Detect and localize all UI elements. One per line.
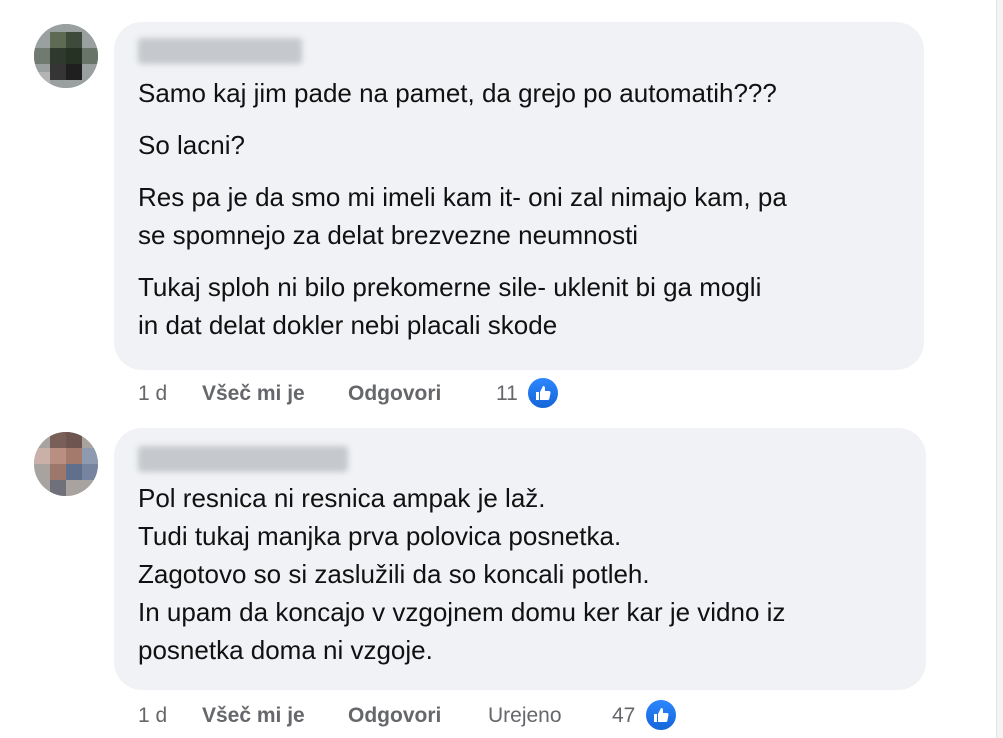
comment-timestamp[interactable]: 1 d [138,704,167,728]
comment-line: In upam da koncajo v vzgojnem domu ker k… [138,597,786,627]
avatar-pixel [82,464,98,480]
like-icon[interactable] [526,376,560,410]
avatar-pixel [66,32,82,48]
comment-line: Zagotovo so si zaslužili da so koncali p… [138,559,650,589]
comment-2: Pol resnica ni resnica ampak je laž. Tud… [0,420,1003,738]
comment-paragraph: Tukaj sploh ni bilo prekomerne sile- ukl… [138,272,762,340]
avatar[interactable] [34,432,98,496]
avatar-pixel [82,48,98,64]
comment-text: Samo kaj jim pade na pamet, da grejo po … [138,74,787,344]
comment-bubble: Samo kaj jim pade na pamet, da grejo po … [114,22,924,370]
avatar-pixel [66,448,82,464]
reply-button[interactable]: Odgovori [348,382,441,406]
reaction-count[interactable]: 11 [496,382,518,406]
comment-actions: 1 d Všeč mi je Odgovori Urejeno 47 [138,696,698,736]
avatar-pixel [50,480,66,496]
comment-text: Pol resnica ni resnica ampak je laž. Tud… [138,479,785,669]
like-icon[interactable] [644,698,678,732]
reply-button[interactable]: Odgovori [348,704,441,728]
avatar-pixel [50,448,66,464]
edited-label[interactable]: Urejeno [488,704,562,728]
comment-actions: 1 d Všeč mi je Odgovori 11 [138,374,598,414]
author-name[interactable] [138,38,302,64]
thumbs-up-glyph [536,386,551,400]
avatar[interactable] [34,24,98,88]
avatar-pixel [66,464,82,480]
comment-line: posnetka doma ni vzgoje. [138,635,433,665]
like-button[interactable]: Všeč mi je [202,382,305,406]
avatar-pixel [66,64,82,80]
comment-line: Tudi tukaj manjka prva polovica posnetka… [138,521,622,551]
avatar-pixel [66,48,82,64]
comment-paragraph: Samo kaj jim pade na pamet, da grejo po … [138,78,777,108]
comment-1: Samo kaj jim pade na pamet, da grejo po … [0,0,1003,420]
avatar-pixel [50,48,66,64]
avatar-pixel [34,448,50,464]
comment-paragraph: Res pa je da smo mi imeli kam it- oni za… [138,182,787,250]
avatar-pixel [34,48,50,64]
avatar-pixel [50,32,66,48]
avatar-pixel [50,464,66,480]
comment-bubble: Pol resnica ni resnica ampak je laž. Tud… [114,428,926,690]
avatar-pixel [34,72,50,88]
author-name[interactable] [138,446,348,472]
comment-timestamp[interactable]: 1 d [138,382,167,406]
avatar-pixel [82,448,98,464]
comment-paragraph: So lacni? [138,130,245,160]
scrollbar-track[interactable] [996,0,1003,738]
reaction-count[interactable]: 47 [612,704,635,728]
like-button[interactable]: Všeč mi je [202,704,305,728]
comment-line: Pol resnica ni resnica ampak je laž. [138,483,546,513]
thumbs-up-glyph [654,708,669,722]
avatar-pixel [50,432,66,448]
avatar-pixel [50,64,66,80]
avatar-pixel [66,432,82,448]
